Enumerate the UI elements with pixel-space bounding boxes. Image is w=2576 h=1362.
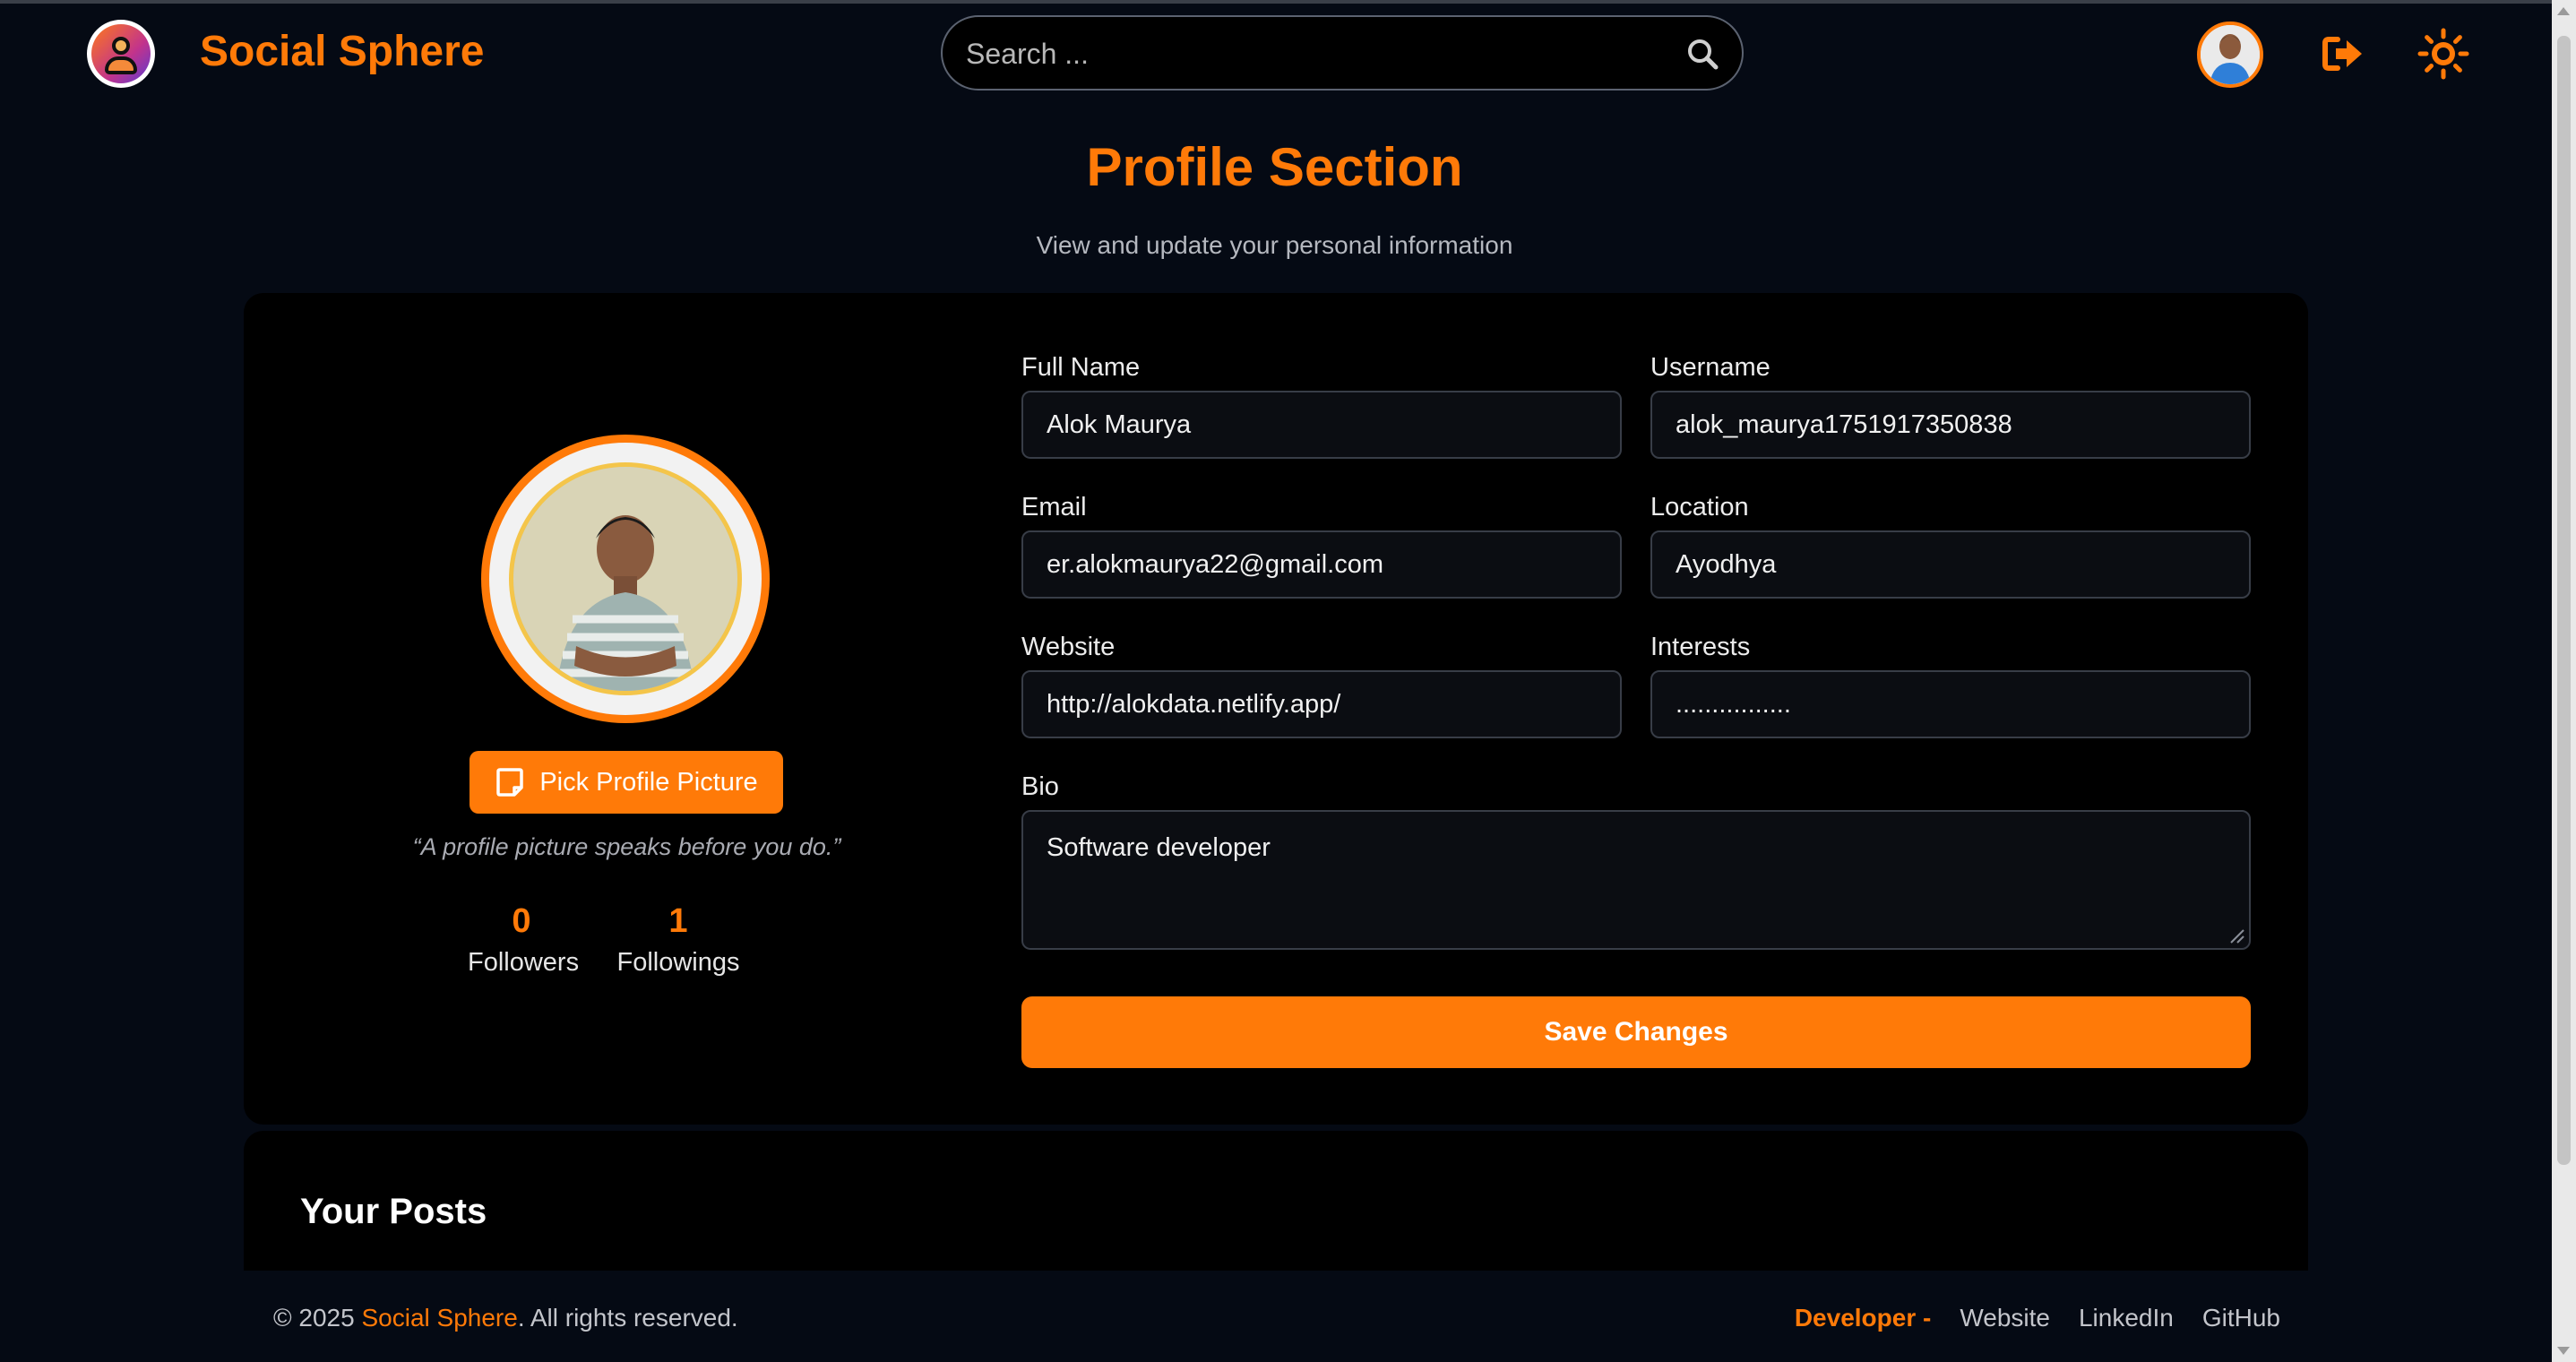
followings-count: 1 — [668, 902, 688, 940]
profile-picture — [481, 435, 770, 723]
email-label: Email — [1021, 493, 1087, 522]
interests-input[interactable]: ................ — [1650, 670, 2251, 738]
theme-toggle-icon[interactable] — [2417, 27, 2470, 81]
full-name-input[interactable]: Alok Maurya — [1021, 391, 1622, 459]
bio-textarea[interactable]: Software developer — [1021, 810, 2251, 950]
page-title: Profile Section — [1086, 137, 1463, 197]
search-input[interactable] — [966, 33, 1665, 74]
posts-title: Your Posts — [300, 1192, 487, 1231]
followings-stat[interactable]: 1 Followings — [611, 902, 745, 978]
window-top-border — [0, 0, 2576, 4]
resize-handle-icon[interactable] — [2226, 925, 2245, 944]
copyright-suffix: . All rights reserved. — [517, 1304, 738, 1332]
copyright-prefix: © 2025 — [273, 1304, 362, 1332]
profile-card: Pick Profile Picture “A profile picture … — [244, 293, 2308, 1125]
pick-profile-picture-label: Pick Profile Picture — [539, 767, 758, 797]
scroll-up-arrow-icon[interactable] — [2557, 7, 2570, 15]
bookmark-icon — [496, 768, 524, 797]
footer-brand: Social Sphere — [361, 1304, 518, 1332]
scrollbar-thumb[interactable] — [2557, 36, 2571, 1165]
developer-label: Developer - — [1794, 1304, 1932, 1332]
scroll-down-arrow-icon[interactable] — [2557, 1347, 2570, 1355]
footer-link-website[interactable]: Website — [1960, 1304, 2050, 1332]
save-changes-button[interactable]: Save Changes — [1021, 996, 2251, 1068]
page-scrollbar[interactable] — [2552, 0, 2576, 1362]
bio-text: Software developer — [1047, 833, 1271, 862]
footer-copyright: © 2025 Social Sphere. All rights reserve… — [273, 1304, 738, 1332]
full-name-label: Full Name — [1021, 353, 1141, 382]
user-avatar[interactable] — [2197, 22, 2263, 88]
followers-stat[interactable]: 0 Followers — [468, 902, 580, 978]
email-input[interactable]: er.alokmaurya22@gmail.com — [1021, 530, 1622, 599]
bio-label: Bio — [1021, 772, 1059, 801]
page-subtitle: View and update your personal informatio… — [1036, 231, 1513, 259]
website-label: Website — [1021, 633, 1116, 661]
location-label: Location — [1650, 493, 1749, 522]
location-input[interactable]: Ayodhya — [1650, 530, 2251, 599]
brand-name[interactable]: Social Sphere — [200, 27, 484, 76]
posts-section: Your Posts — [244, 1131, 2308, 1271]
footer-link-github[interactable]: GitHub — [2202, 1304, 2280, 1332]
search-bar — [941, 15, 1744, 91]
page: Social Sphere Search ... Profile Section… — [0, 0, 2576, 1362]
username-input[interactable]: alok_maurya1751917350838 — [1650, 391, 2251, 459]
footer-link-linkedin[interactable]: LinkedIn — [2079, 1304, 2174, 1332]
logout-icon[interactable] — [2316, 27, 2370, 81]
followers-count: 0 — [512, 902, 531, 940]
username-label: Username — [1650, 353, 1770, 382]
website-input[interactable]: http://alokdata.netlify.app/ — [1021, 670, 1622, 738]
followers-label: Followers — [468, 948, 580, 977]
followings-label: Followings — [616, 948, 740, 977]
footer-links: Developer - Website LinkedIn GitHub — [1795, 1304, 2280, 1332]
search-icon[interactable] — [1684, 36, 1720, 72]
pick-profile-picture-button[interactable]: Pick Profile Picture — [470, 751, 783, 814]
profile-quote: “A profile picture speaks before you do.… — [412, 833, 841, 860]
profile-photo — [513, 467, 737, 691]
interests-label: Interests — [1650, 633, 1751, 661]
app-logo[interactable] — [87, 20, 155, 88]
logo-icon — [91, 24, 151, 83]
avatar-image — [2201, 25, 2260, 84]
